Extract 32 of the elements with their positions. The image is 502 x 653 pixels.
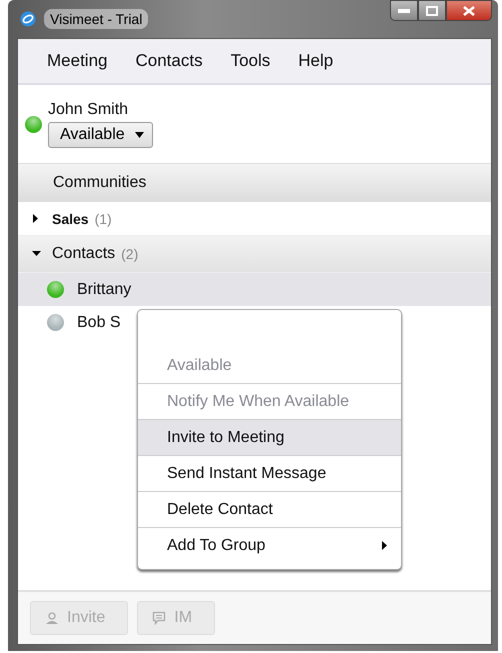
contact-row[interactable]: Brittany xyxy=(18,273,491,306)
menu-item[interactable]: Contacts xyxy=(135,51,203,71)
group-name[interactable]: Sales xyxy=(52,210,89,226)
menu-item[interactable]: Invite to Meeting xyxy=(138,420,401,456)
section-header: Communities xyxy=(18,164,491,202)
chat-icon xyxy=(152,611,166,625)
menu-item: Available xyxy=(138,348,401,384)
maximize-icon xyxy=(426,6,438,16)
group-count: (2) xyxy=(121,246,138,262)
menu-item[interactable]: Tools xyxy=(230,51,270,71)
menu-item[interactable]: Meeting xyxy=(47,51,108,71)
expanded-arrow-icon[interactable] xyxy=(30,251,42,257)
menu-item[interactable]: Send Instant Message xyxy=(138,456,401,492)
caret-icon xyxy=(134,132,144,138)
menu-item[interactable]: Delete Contact xyxy=(138,492,401,528)
close-button[interactable] xyxy=(446,0,492,21)
user-name: John Smith xyxy=(48,100,128,118)
menu-item[interactable]: Add To Group xyxy=(138,528,401,563)
contact-name: Brittany xyxy=(77,280,132,298)
contact-row[interactable]: Bob S xyxy=(18,306,491,339)
person-icon xyxy=(45,611,59,625)
minimize-button[interactable] xyxy=(390,0,418,21)
app-logo-icon xyxy=(20,11,36,27)
maximize-button[interactable] xyxy=(418,0,446,21)
contact-name: Bob S xyxy=(77,314,121,332)
window-title: Visimeet - Trial xyxy=(44,9,148,29)
menu-item[interactable]: Help xyxy=(298,51,334,71)
minimize-icon xyxy=(398,8,410,14)
status-dropdown[interactable]: Available xyxy=(48,122,153,148)
group-count: (1) xyxy=(94,210,112,226)
close-icon xyxy=(463,6,475,16)
group-name[interactable]: Contacts xyxy=(52,245,116,263)
